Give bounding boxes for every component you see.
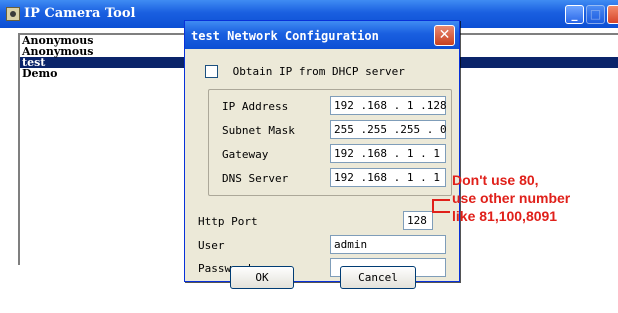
user-label: User (198, 239, 225, 252)
ip-address-label: IP Address (222, 100, 289, 113)
window-title: IP Camera Tool (24, 6, 136, 21)
dns-server-label: DNS Server (222, 172, 289, 185)
dns-server-field[interactable]: 192 .168 . 1 . 1 (330, 168, 446, 187)
network-config-dialog: test Network Configuration ✕ Obtain IP f… (184, 20, 460, 282)
ok-button[interactable]: OK (230, 266, 294, 289)
network-fields-group: IP Address 192 .168 . 1 .128 Subnet Mask… (208, 89, 452, 196)
ip-address-field[interactable]: 192 .168 . 1 .128 (330, 96, 447, 115)
user-field[interactable]: admin (330, 235, 446, 254)
gateway-field[interactable]: 192 .168 . 1 . 1 (330, 144, 446, 163)
minimize-icon[interactable]: _ (565, 5, 584, 24)
dialog-title: test Network Configuration (191, 29, 379, 43)
annotation-line-1: Don't use 80, (452, 172, 539, 188)
annotation-line-2: use other number (452, 190, 571, 206)
annotation-line-3: like 81,100,8091 (452, 208, 558, 224)
subnet-mask-field[interactable]: 255 .255 .255 . 0 (330, 120, 447, 139)
dhcp-checkbox[interactable] (205, 65, 218, 78)
camera-app-icon (6, 7, 20, 21)
http-port-label: Http Port (198, 215, 258, 228)
dialog-body: Obtain IP from DHCP server IP Address 19… (185, 49, 459, 281)
dialog-titlebar[interactable]: test Network Configuration ✕ (185, 21, 459, 49)
dhcp-row[interactable]: Obtain IP from DHCP server (205, 65, 405, 78)
dialog-close-icon[interactable]: ✕ (434, 25, 455, 46)
annotation-connector (432, 199, 450, 201)
cancel-button[interactable]: Cancel (340, 266, 416, 289)
annotation-connector (432, 211, 450, 213)
dhcp-label: Obtain IP from DHCP server (232, 65, 405, 78)
gateway-label: Gateway (222, 148, 269, 161)
close-icon[interactable] (607, 5, 618, 24)
http-port-field[interactable]: 128 (403, 211, 433, 230)
maximize-icon[interactable]: □ (586, 5, 605, 24)
subnet-mask-label: Subnet Mask (222, 124, 295, 137)
